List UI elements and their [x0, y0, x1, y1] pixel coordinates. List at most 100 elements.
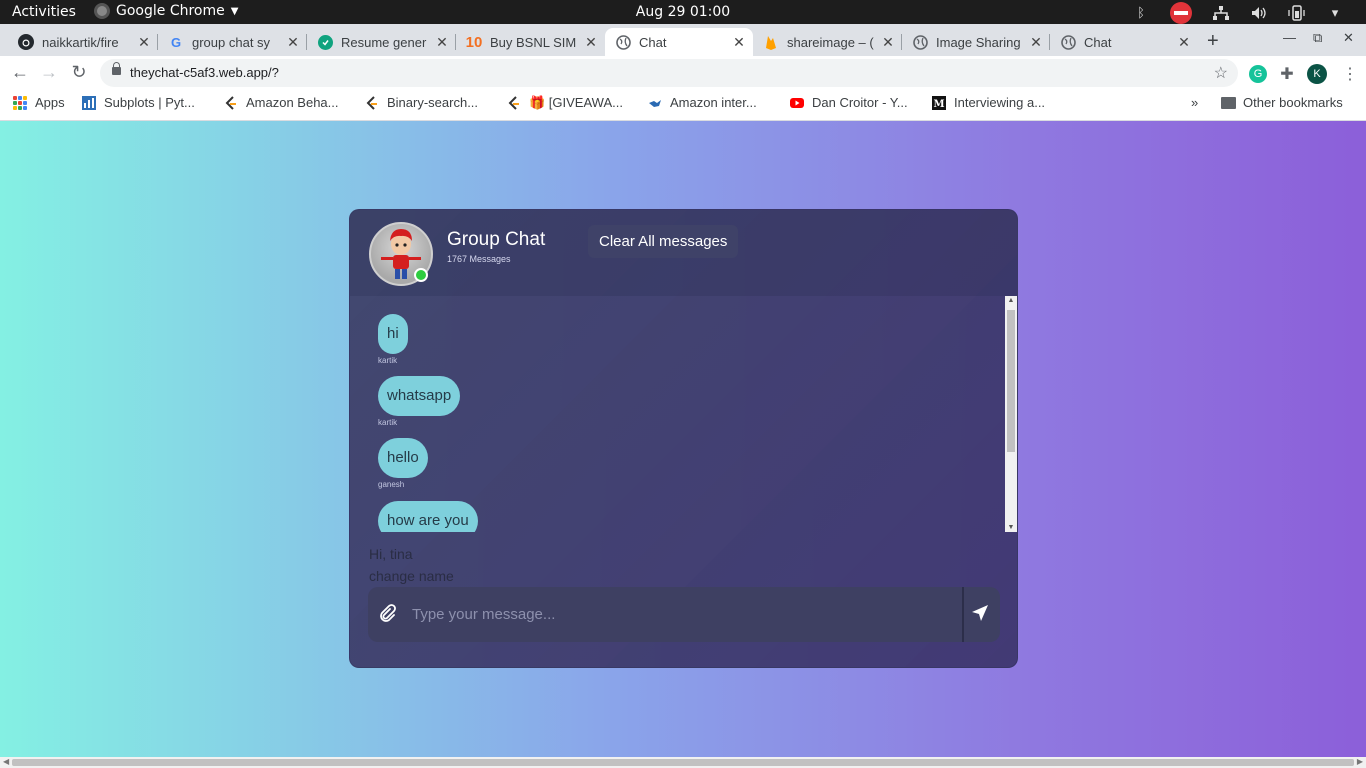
extensions-puzzle-icon[interactable]: ✚: [1278, 65, 1296, 83]
chevron-down-icon[interactable]: ▾: [1326, 4, 1344, 22]
close-icon[interactable]: ✕: [583, 34, 599, 51]
greeting-text: Hi, tina: [369, 546, 413, 562]
tab-title: shareimage – (: [787, 34, 874, 50]
bookmark-label: Interviewing a...: [954, 95, 1046, 110]
message-list-scrollbar[interactable]: ▲ ▼: [1005, 296, 1017, 532]
volume-icon[interactable]: [1250, 4, 1268, 22]
page-background: Group Chat 1767 Messages Clear All messa…: [0, 121, 1366, 757]
bookmark-label: Dan Croitor - Y...: [812, 95, 908, 110]
globe-icon: [912, 34, 928, 50]
tab-title: Buy BSNL SIM: [490, 34, 577, 50]
tab-title: Image Sharing: [936, 34, 1021, 50]
close-icon[interactable]: ✕: [731, 34, 747, 51]
svg-text:M: M: [933, 99, 944, 110]
message-item: whatsapp kartik: [378, 376, 461, 427]
scroll-up-arrow-icon[interactable]: ▲: [1005, 297, 1017, 304]
reload-icon[interactable]: ↻: [68, 62, 90, 83]
back-icon[interactable]: ←: [9, 62, 31, 83]
chart-icon: [82, 95, 96, 110]
message-bubble: how are you: [378, 501, 478, 532]
message-input[interactable]: [412, 587, 960, 642]
close-icon[interactable]: ✕: [285, 34, 301, 51]
close-icon[interactable]: ✕: [136, 34, 152, 51]
forward-icon[interactable]: →: [38, 62, 60, 83]
tab-google-search[interactable]: G group chat sy ✕: [158, 28, 307, 56]
chat-header: Group Chat 1767 Messages Clear All messa…: [350, 210, 1017, 296]
new-tab-button[interactable]: +: [1207, 30, 1219, 53]
scroll-down-arrow-icon[interactable]: ▼: [1005, 524, 1017, 531]
chrome-icon: [94, 3, 110, 19]
message-bubble: hi: [378, 314, 408, 354]
message-sender: ganesh: [378, 480, 405, 489]
attachment-paperclip-icon[interactable]: [378, 604, 398, 624]
bookmark-giveaway[interactable]: 🎁 [GIVEAWA...: [507, 95, 623, 111]
system-top-bar: Activities Google Chrome ▼ Aug 29 01:00 …: [0, 0, 1366, 24]
send-icon[interactable]: [971, 604, 991, 624]
firebase-icon: [763, 34, 779, 50]
globe-icon: [1060, 34, 1076, 50]
bookmark-dan-croitor[interactable]: Dan Croitor - Y...: [790, 95, 908, 110]
app-menu[interactable]: Google Chrome ▼: [94, 3, 238, 19]
close-icon[interactable]: ✕: [1176, 34, 1192, 51]
tab-github[interactable]: naikkartik/fire ✕: [8, 28, 158, 56]
tab-title: Chat: [1084, 34, 1112, 50]
system-tray[interactable]: ᛒ ▾: [1132, 2, 1344, 24]
apps-grid-icon: [13, 95, 27, 110]
tab-chat[interactable]: Chat ✕: [1050, 28, 1198, 56]
message-count: 1767 Messages: [447, 254, 511, 264]
bookmark-amazon-interview[interactable]: Amazon inter...: [648, 95, 757, 110]
tab-title: naikkartik/fire: [42, 34, 119, 50]
bookmark-binary-search[interactable]: Binary-search...: [365, 95, 478, 110]
message-composer: [368, 587, 1000, 642]
profile-avatar[interactable]: K: [1307, 64, 1327, 84]
tab-image-sharing[interactable]: Image Sharing ✕: [902, 28, 1050, 56]
bookmarks-overflow-button[interactable]: »: [1191, 95, 1198, 110]
tab-resume[interactable]: Resume gener ✕: [307, 28, 456, 56]
minimize-icon[interactable]: —: [1283, 30, 1296, 45]
menu-kebab-icon[interactable]: ⋮: [1342, 64, 1358, 84]
bookmark-amazon-behavioral[interactable]: Amazon Beha...: [224, 95, 339, 110]
bookmark-apps[interactable]: Apps: [13, 95, 65, 110]
youtube-icon: [790, 96, 804, 110]
chat-card: Group Chat 1767 Messages Clear All messa…: [349, 209, 1018, 668]
other-bookmarks[interactable]: Other bookmarks: [1221, 95, 1343, 110]
scroll-left-arrow-icon[interactable]: ◀: [3, 757, 9, 766]
bookmark-star-icon[interactable]: ☆: [1214, 63, 1228, 83]
close-icon[interactable]: ✕: [434, 34, 450, 51]
bookmark-interviewing[interactable]: M Interviewing a...: [932, 95, 1045, 110]
page-horizontal-scrollbar[interactable]: ◀ ▶: [0, 757, 1366, 768]
battery-icon[interactable]: [1288, 4, 1306, 22]
leetcode-icon: [365, 95, 379, 110]
tab-chat-active[interactable]: Chat ✕: [605, 28, 753, 56]
tab-strip: naikkartik/fire ✕ G group chat sy ✕ Resu…: [0, 24, 1366, 56]
close-icon[interactable]: ✕: [880, 34, 896, 51]
scrollbar-thumb[interactable]: [12, 759, 1354, 766]
message-list[interactable]: hi kartik whatsapp kartik hello ganesh h…: [350, 296, 1017, 532]
clear-all-messages-button[interactable]: Clear All messages: [588, 225, 739, 258]
tab-title: Resume gener: [341, 34, 427, 50]
browser-toolbar: ← → ↻ theychat-c5af3.web.app/? ☆ G ✚ K ⋮: [0, 56, 1366, 90]
change-name-link[interactable]: change name: [369, 568, 454, 584]
app-name: Google Chrome: [116, 3, 225, 19]
caret-down-icon: ▼: [230, 5, 239, 17]
bluetooth-icon[interactable]: ᛒ: [1132, 4, 1150, 22]
activities-button[interactable]: Activities: [12, 4, 76, 20]
grammarly-icon[interactable]: G: [1249, 65, 1267, 83]
tab-bsnl[interactable]: 10 Buy BSNL SIM ✕: [456, 28, 605, 56]
network-icon[interactable]: [1212, 4, 1230, 22]
lock-icon[interactable]: [112, 62, 121, 75]
tab-shareimage[interactable]: shareimage – ( ✕: [753, 28, 902, 56]
close-window-icon[interactable]: ✕: [1343, 30, 1354, 46]
do-not-disturb-icon[interactable]: [1170, 2, 1192, 24]
url-text[interactable]: theychat-c5af3.web.app/?: [130, 65, 279, 80]
globe-icon: [615, 34, 631, 50]
bookmark-subplots[interactable]: Subplots | Pyt...: [82, 95, 195, 110]
restore-icon[interactable]: ⧉: [1313, 30, 1322, 46]
close-icon[interactable]: ✕: [1028, 34, 1044, 51]
medium-icon: M: [932, 95, 946, 110]
folder-icon: [1221, 96, 1236, 109]
bookmarks-bar: Apps Subplots | Pyt... Amazon Beha... Bi…: [0, 90, 1366, 121]
scroll-right-arrow-icon[interactable]: ▶: [1357, 757, 1363, 766]
scrollbar-thumb[interactable]: [1007, 310, 1015, 452]
address-bar[interactable]: theychat-c5af3.web.app/? ☆: [100, 59, 1238, 87]
